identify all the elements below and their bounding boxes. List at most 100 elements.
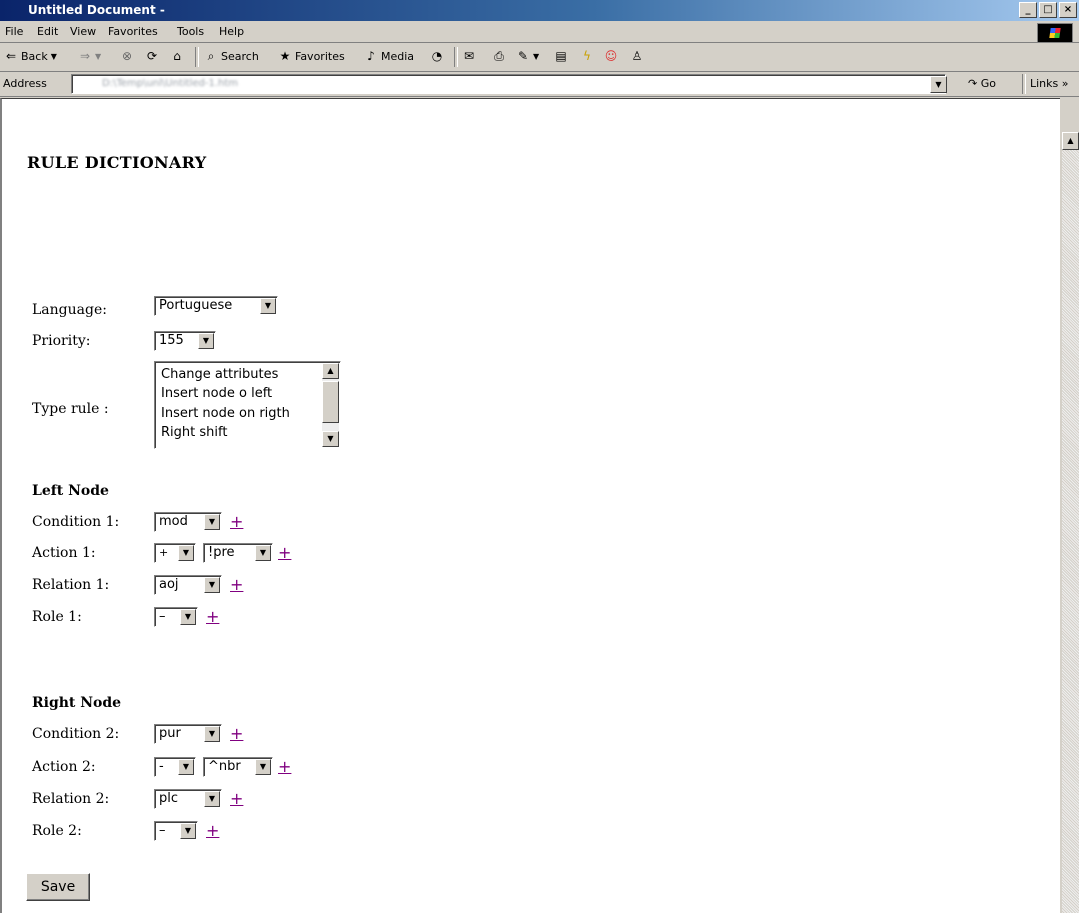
address-dropdown-button[interactable]: ▼ xyxy=(930,76,947,93)
add-condition-1-link[interactable]: + xyxy=(230,512,243,531)
action-2-attr-select[interactable]: ^nbr ▼ xyxy=(203,757,273,777)
toolbar-separator xyxy=(195,47,199,67)
chevron-down-icon: ▼ xyxy=(50,51,57,61)
menu-edit[interactable]: Edit xyxy=(37,25,58,38)
chevron-up-icon[interactable]: ▲ xyxy=(322,363,339,379)
condition-2-label: Condition 2: xyxy=(32,726,120,742)
role-2-select[interactable]: – ▼ xyxy=(154,821,198,841)
role-2-label: Role 2: xyxy=(32,823,82,839)
media-label: Media xyxy=(381,49,415,63)
close-button[interactable]: × xyxy=(1059,2,1077,18)
add-action-1-link[interactable]: + xyxy=(278,543,291,562)
save-button[interactable]: Save xyxy=(26,873,90,901)
lightning-icon: ϟ xyxy=(583,49,591,63)
condition-2-select[interactable]: pur ▼ xyxy=(154,724,222,744)
action-1-attr-value: !pre xyxy=(208,545,235,560)
relation-1-select[interactable]: aoj ▼ xyxy=(154,575,222,595)
action-1-sign-value: + xyxy=(159,546,169,559)
condition-1-select[interactable]: mod ▼ xyxy=(154,512,222,532)
menu-help[interactable]: Help xyxy=(219,25,244,38)
refresh-button[interactable]: ⟳ xyxy=(145,49,159,63)
title-bar: Untitled Document - _ □ × xyxy=(0,0,1079,21)
type-rule-scrollbar[interactable]: ▲ ▼ xyxy=(322,363,339,447)
language-value: Portuguese xyxy=(159,298,233,313)
favorites-icon: ★ xyxy=(279,49,291,63)
links-button[interactable]: Links » xyxy=(1030,77,1069,90)
action-2-sign-select[interactable]: - ▼ xyxy=(154,757,196,777)
go-button[interactable]: ↷ Go xyxy=(968,77,996,90)
lightning-button[interactable]: ϟ xyxy=(580,49,594,63)
action-2-sign-value: - xyxy=(159,759,164,774)
type-rule-listbox[interactable]: Change attributes Insert node o left Ins… xyxy=(154,361,341,449)
plugin-button[interactable]: ☺ xyxy=(604,49,618,63)
type-rule-option[interactable]: Insert node o left xyxy=(161,386,272,401)
page-title: RULE DICTIONARY xyxy=(27,153,207,172)
favorites-button[interactable]: ★ Favorites xyxy=(278,49,345,63)
chevron-right-icon: » xyxy=(1061,77,1069,90)
language-select[interactable]: Portuguese ▼ xyxy=(154,296,278,316)
toolbar: ⇐ Back ▼ ⇒ ▼ ⊗ ⟳ ⌂ ⌕ Search ★ Favorites … xyxy=(0,43,1079,72)
back-button[interactable]: ⇐ Back ▼ xyxy=(4,49,57,63)
add-role-1-link[interactable]: + xyxy=(206,607,219,626)
back-arrow-icon: ⇐ xyxy=(5,49,17,63)
chevron-down-icon: ▼ xyxy=(204,726,220,742)
action-2-label: Action 2: xyxy=(32,759,96,775)
address-input[interactable]: D:\Temp\unl\Untitled-1.htm xyxy=(71,74,946,94)
add-relation-2-link[interactable]: + xyxy=(230,789,243,808)
action-1-attr-select[interactable]: !pre ▼ xyxy=(203,543,273,563)
print-icon: ⎙ xyxy=(494,49,504,63)
type-rule-option[interactable]: Insert node on rigth xyxy=(161,406,290,421)
condition-1-value: mod xyxy=(159,514,188,529)
maximize-button[interactable]: □ xyxy=(1039,2,1057,18)
role-1-value: – xyxy=(159,609,166,624)
add-role-2-link[interactable]: + xyxy=(206,821,219,840)
scroll-up-button[interactable]: ▲ xyxy=(1062,132,1079,150)
forward-button[interactable]: ⇒ ▼ xyxy=(78,49,101,63)
toolbar-separator xyxy=(454,47,458,67)
edit-icon: ✎ xyxy=(517,49,529,63)
chevron-down-icon: ▼ xyxy=(255,759,271,775)
left-node-heading: Left Node xyxy=(32,483,109,499)
messenger-icon: ♙ xyxy=(631,49,643,63)
priority-select[interactable]: 155 ▼ xyxy=(154,331,216,351)
window-title: Untitled Document - xyxy=(28,3,165,17)
chevron-down-icon: ▼ xyxy=(204,791,220,807)
type-rule-option[interactable]: Right shift xyxy=(161,425,227,440)
mail-button[interactable]: ✉ xyxy=(462,49,476,63)
menu-bar: File Edit View Favorites Tools Help xyxy=(0,22,1079,43)
messenger-button[interactable]: ♙ xyxy=(630,49,644,63)
go-arrow-icon: ↷ xyxy=(968,77,978,90)
role-1-select[interactable]: – ▼ xyxy=(154,607,198,627)
media-button[interactable]: ♪ Media xyxy=(364,49,414,63)
scrollbar-thumb[interactable] xyxy=(322,381,339,423)
search-button[interactable]: ⌕ Search xyxy=(204,49,259,63)
relation-1-value: aoj xyxy=(159,577,179,592)
smiley-icon: ☺ xyxy=(604,49,618,63)
minimize-button[interactable]: _ xyxy=(1019,2,1037,18)
history-button[interactable]: ◔ xyxy=(430,49,444,63)
edit-button[interactable]: ✎ ▼ xyxy=(516,49,539,63)
print-button[interactable]: ⎙ xyxy=(492,49,506,63)
add-action-2-link[interactable]: + xyxy=(278,757,291,776)
discuss-icon: ▤ xyxy=(555,49,567,63)
action-1-sign-select[interactable]: + ▼ xyxy=(154,543,196,563)
address-value: D:\Temp\unl\Untitled-1.htm xyxy=(102,78,238,89)
refresh-icon: ⟳ xyxy=(146,49,158,63)
add-relation-1-link[interactable]: + xyxy=(230,575,243,594)
stop-button[interactable]: ⊗ xyxy=(120,49,134,63)
home-button[interactable]: ⌂ xyxy=(170,49,184,63)
menu-favorites[interactable]: Favorites xyxy=(108,25,158,38)
discuss-button[interactable]: ▤ xyxy=(554,49,568,63)
action-1-label: Action 1: xyxy=(32,545,96,561)
relation-2-select[interactable]: plc ▼ xyxy=(154,789,222,809)
chevron-down-icon: ▼ xyxy=(178,545,194,561)
menu-file[interactable]: File xyxy=(5,25,23,38)
vertical-scrollbar[interactable]: ▲ xyxy=(1062,132,1079,913)
chevron-down-icon[interactable]: ▼ xyxy=(322,431,339,447)
chevron-up-icon: ▲ xyxy=(1067,136,1074,145)
menu-tools[interactable]: Tools xyxy=(177,25,204,38)
add-condition-2-link[interactable]: + xyxy=(230,724,243,743)
relation-1-label: Relation 1: xyxy=(32,577,110,593)
menu-view[interactable]: View xyxy=(70,25,96,38)
type-rule-option[interactable]: Change attributes xyxy=(161,367,278,382)
